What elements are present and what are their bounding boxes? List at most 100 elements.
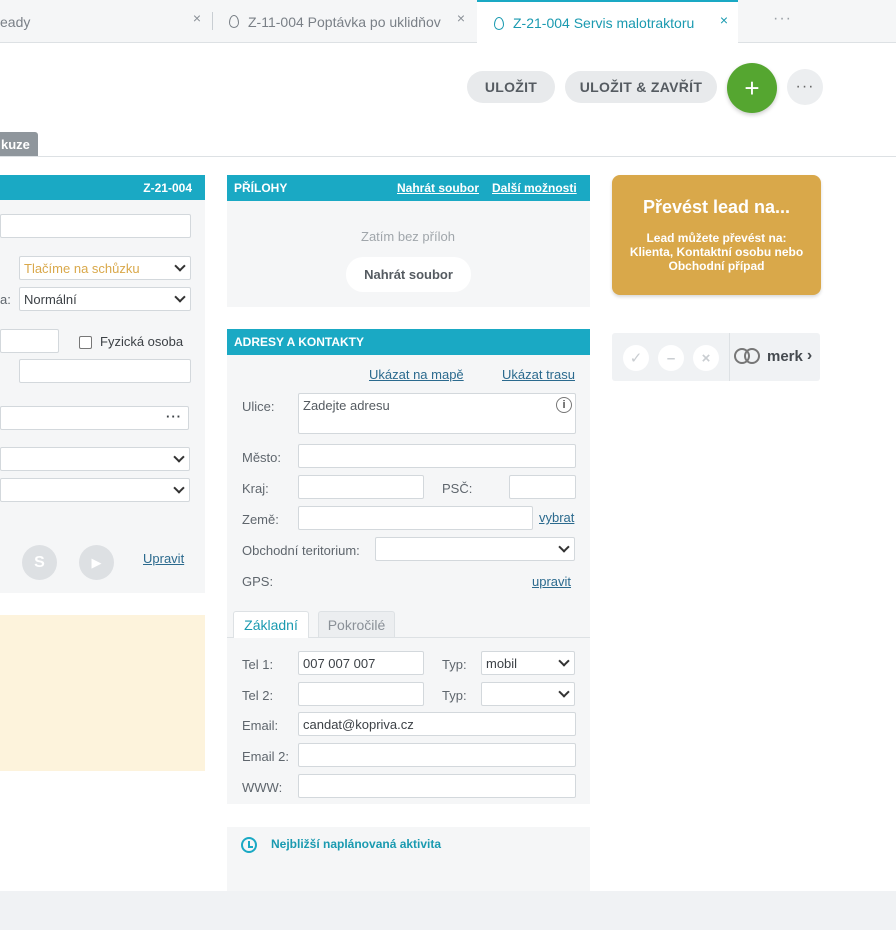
- close-icon[interactable]: ×: [720, 12, 728, 28]
- youtube-icon[interactable]: ▶: [79, 545, 114, 580]
- attachments-header: PŘÍLOHY Nahrát soubor Další možnosti: [227, 175, 590, 201]
- lead-panel-header: Z-21-004: [0, 175, 205, 200]
- upload-button[interactable]: Nahrát soubor: [346, 257, 471, 292]
- chevron-down-icon: [174, 291, 186, 303]
- tab-advanced[interactable]: Pokročilé: [318, 611, 395, 637]
- territory-label: Obchodní teritorium:: [242, 543, 360, 558]
- upload-link[interactable]: Nahrát soubor: [397, 181, 479, 195]
- route-link[interactable]: Ukázat trasu: [502, 367, 575, 382]
- info-icon[interactable]: i: [556, 397, 572, 413]
- close-icon[interactable]: ×: [457, 10, 465, 26]
- tab-bar: eady × Z-11-004 Poptávka po uklidňov × Z…: [0, 0, 896, 44]
- edit-link[interactable]: Upravit: [143, 551, 184, 566]
- address-panel: ADRESY A KONTAKTY Ukázat na mapě Ukázat …: [227, 329, 590, 804]
- type2-label: Typ:: [442, 688, 467, 703]
- www-label: WWW:: [242, 780, 283, 795]
- tab-label: eady: [0, 13, 31, 30]
- tab-leads[interactable]: eady ×: [0, 0, 205, 43]
- type2-select[interactable]: [481, 682, 575, 706]
- type1-value: mobil: [486, 655, 518, 671]
- stage-select[interactable]: Tlačíme na schůzku: [19, 256, 191, 280]
- activity-title[interactable]: Nejbližší naplánovaná aktivita: [271, 837, 441, 851]
- dots-icon[interactable]: ···: [166, 409, 182, 424]
- attachments-empty: Zatím bez příloh: [361, 229, 455, 244]
- zip-label: PSČ:: [442, 481, 473, 496]
- more-options-link[interactable]: Další možnosti: [492, 181, 577, 195]
- more-tabs-icon[interactable]: ···: [773, 10, 792, 28]
- convert-lead-title: Převést lead na...: [642, 197, 791, 217]
- merk-divider: [729, 333, 730, 381]
- source-select[interactable]: [0, 447, 190, 471]
- type1-select[interactable]: mobil: [481, 651, 575, 675]
- clock-icon: [241, 837, 257, 853]
- street-label: Ulice:: [242, 399, 275, 414]
- convert-lead-card[interactable]: Převést lead na... Lead můžete převést n…: [612, 175, 821, 295]
- tab-separator: [212, 12, 213, 30]
- stage-value: Tlačíme na schůzku: [24, 260, 140, 276]
- email2-input[interactable]: [298, 743, 576, 767]
- country-input[interactable]: [298, 506, 533, 530]
- zip-input[interactable]: [509, 475, 576, 499]
- tab-z21-004[interactable]: Z-21-004 Servis malotraktoru ×: [477, 0, 738, 44]
- tel2-input[interactable]: [298, 682, 424, 706]
- add-button[interactable]: +: [727, 63, 777, 113]
- minus-icon[interactable]: –: [658, 345, 684, 371]
- page-footer-area: [0, 891, 896, 930]
- chevron-down-icon: [558, 686, 570, 698]
- address-title: ADRESY A KONTAKTY: [234, 335, 365, 349]
- lead-name-input[interactable]: [0, 214, 191, 238]
- lead-egg-icon: [494, 16, 504, 30]
- country-label: Země:: [242, 512, 279, 527]
- map-link[interactable]: Ukázat na mapě: [369, 367, 464, 382]
- dic-input[interactable]: [19, 359, 191, 383]
- chevron-right-icon: ›: [806, 347, 813, 364]
- chevron-down-icon: [173, 482, 185, 494]
- tel1-label: Tel 1:: [242, 657, 274, 672]
- more-options-button[interactable]: ···: [787, 69, 823, 105]
- www-input[interactable]: [298, 774, 576, 798]
- skype-icon[interactable]: S: [22, 545, 57, 580]
- lead-id: Z-21-004: [143, 180, 192, 195]
- chevron-down-icon: [558, 655, 570, 667]
- email-label: Email:: [242, 718, 279, 733]
- save-close-button[interactable]: ULOŽIT & ZAVŘÍT: [565, 71, 717, 103]
- tel2-label: Tel 2:: [242, 688, 274, 703]
- activity-panel: Nejbližší naplánovaná aktivita: [227, 827, 590, 891]
- attachments-title: PŘÍLOHY: [234, 181, 288, 195]
- city-label: Město:: [242, 450, 282, 465]
- merk-logo-icon: [734, 346, 764, 366]
- email-input[interactable]: candat@kopriva.cz: [298, 712, 576, 736]
- convert-lead-text: Lead můžete převést na: Klienta, Kontakt…: [629, 231, 804, 273]
- lead-egg-icon: [229, 15, 239, 28]
- save-button[interactable]: ULOŽIT: [467, 71, 555, 103]
- gps-label: GPS:: [242, 574, 274, 589]
- chevron-down-icon: [173, 451, 185, 463]
- cross-icon[interactable]: ×: [693, 345, 719, 371]
- owner-input[interactable]: ···: [0, 406, 189, 430]
- tab-basic[interactable]: Základní: [233, 611, 309, 638]
- street-placeholder: Zadejte adresu: [303, 398, 390, 413]
- merk-logo-text: merk: [767, 347, 803, 365]
- check-icon[interactable]: ✓: [623, 345, 649, 371]
- choose-country-link[interactable]: vybrat: [539, 510, 574, 525]
- city-input[interactable]: [298, 444, 576, 468]
- attachments-panel: PŘÍLOHY Nahrát soubor Další možnosti Zat…: [227, 175, 590, 307]
- close-icon[interactable]: ×: [193, 10, 201, 26]
- tel1-input[interactable]: 007 007 007: [298, 651, 424, 675]
- category-select[interactable]: [0, 478, 190, 502]
- section-divider: [0, 156, 896, 157]
- gps-edit-link[interactable]: upravit: [532, 574, 571, 589]
- person-checkbox[interactable]: [79, 336, 92, 349]
- street-input[interactable]: Zadejte adresu: [298, 393, 576, 434]
- ico-input[interactable]: [0, 329, 59, 353]
- note-area[interactable]: [0, 615, 205, 771]
- priority-select[interactable]: Normální: [19, 287, 191, 311]
- territory-select[interactable]: [375, 537, 575, 561]
- type1-label: Typ:: [442, 657, 467, 672]
- region-input[interactable]: [298, 475, 424, 499]
- section-tab[interactable]: kuze: [0, 132, 38, 157]
- tel1-value: 007 007 007: [303, 655, 376, 671]
- merk-logo[interactable]: merk ›: [734, 346, 812, 366]
- tab-z11-004[interactable]: Z-11-004 Poptávka po uklidňov ×: [229, 0, 469, 43]
- priority-label: a:: [0, 292, 11, 307]
